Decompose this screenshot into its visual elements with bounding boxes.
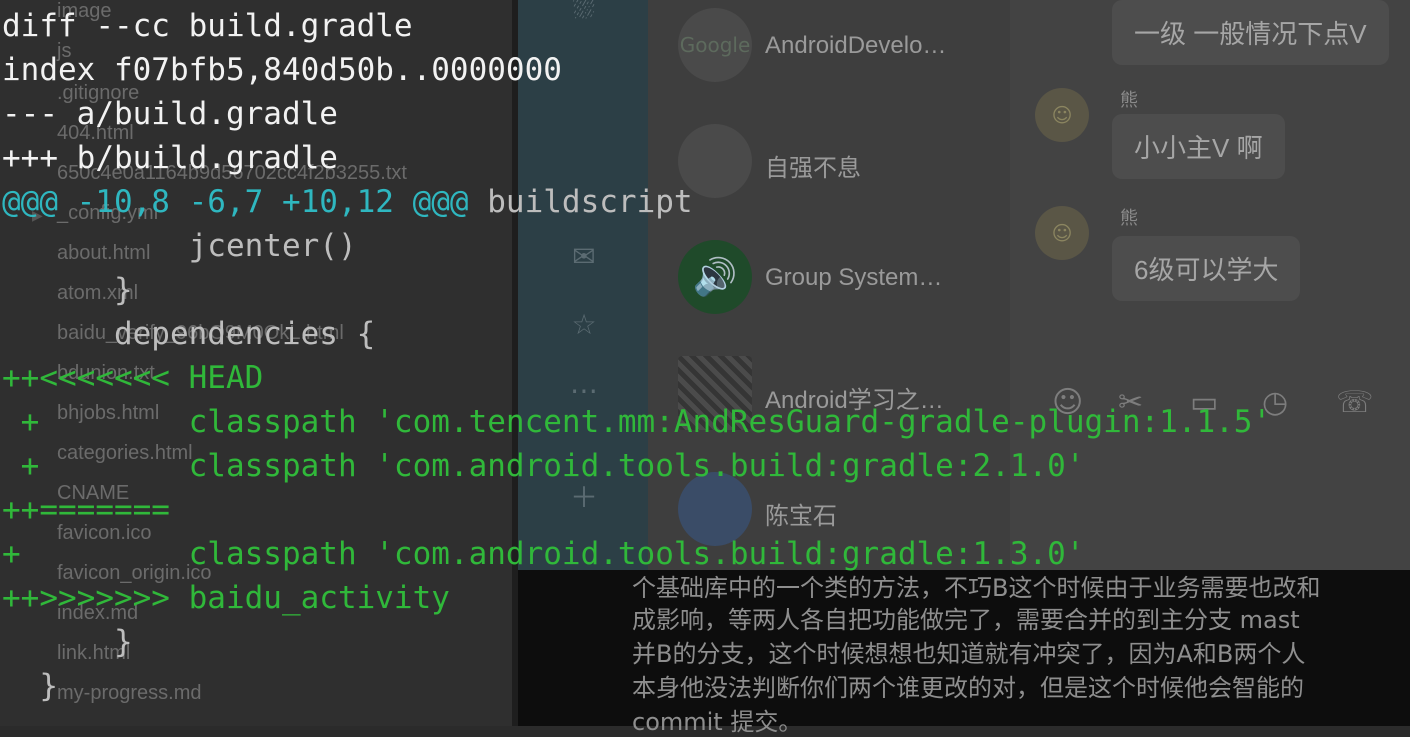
hunk-range: @@@ -10,8 -6,7 +10,12 @@@ <box>2 184 469 220</box>
avatar: ☺ <box>1035 88 1089 142</box>
contacts-icon[interactable]: ⛆ <box>566 0 602 26</box>
diff-context-line: } <box>2 272 133 308</box>
message-bubble: 一级 一般情况下点V <box>1112 0 1389 65</box>
diff-context-line: } <box>2 668 58 704</box>
diff-added-line: + classpath 'com.tencent.mm:AndResGuard-… <box>2 404 1272 440</box>
avatar-glyph: 🔊 <box>692 257 738 298</box>
diff-conflict-marker: ++>>>>>>> baidu_activity <box>2 580 450 616</box>
diff-old-file-line: --- a/build.gradle <box>2 96 338 132</box>
chat-list-item-name[interactable]: AndroidDevelo… <box>765 32 946 60</box>
message-bubble: 6级可以学大 <box>1112 236 1301 301</box>
mail-icon[interactable]: ✉ <box>566 240 602 273</box>
diff-hunk-header: @@@ -10,8 -6,7 +10,12 @@@ buildscript <box>2 180 693 224</box>
diff-index-line: index f07bfb5,840d50b..0000000 <box>2 52 562 88</box>
avatar: ☺ <box>1035 206 1089 260</box>
file-item[interactable]: my-progress.md <box>57 682 201 705</box>
avatar: Google <box>678 8 752 82</box>
diff-conflict-marker: ++======= <box>2 492 170 528</box>
article-line: 本身他没法判断你们两个谁更改的对，但是这个时候他会智能的 <box>632 674 1304 702</box>
speaker-icon: 🔊 <box>678 240 752 314</box>
diff-context-line: } <box>2 624 133 660</box>
diff-context-line: dependencies { <box>2 316 376 352</box>
diff-added-line: + classpath 'com.android.tools.build:gra… <box>2 536 1085 572</box>
message-bubble: 小小主V 啊 <box>1112 114 1285 179</box>
chat-list-item-name[interactable]: 陈宝石 <box>765 496 837 531</box>
hunk-context: buildscript <box>468 184 693 220</box>
article-line: 成影响，等两人各自把功能做完了，需要合并的到主分支 mast <box>632 606 1300 634</box>
message-sender: 熊 <box>1120 208 1138 229</box>
diff-conflict-marker: ++<<<<<<< HEAD <box>2 360 264 396</box>
message-sender: 熊 <box>1120 90 1138 111</box>
diff-context-line: jcenter() <box>2 228 357 264</box>
diff-added-line: + classpath 'com.android.tools.build:gra… <box>2 448 1085 484</box>
diff-header-line: diff --cc build.gradle <box>2 8 413 44</box>
chat-list-item-name[interactable]: 自强不息 <box>765 148 861 183</box>
article-line: 并B的分支，这个时候想想也知道就有冲突了，因为A和B两个人 <box>632 640 1306 668</box>
favorites-star-icon[interactable]: ☆ <box>566 308 602 341</box>
chat-list-item-name[interactable]: Group System… <box>765 264 942 292</box>
avatar-text: Google <box>679 33 751 57</box>
diff-new-file-line: +++ b/build.gradle <box>2 140 338 176</box>
article-line: commit 提交。 <box>632 708 803 736</box>
phone-icon[interactable]: ☏ <box>1336 385 1374 420</box>
